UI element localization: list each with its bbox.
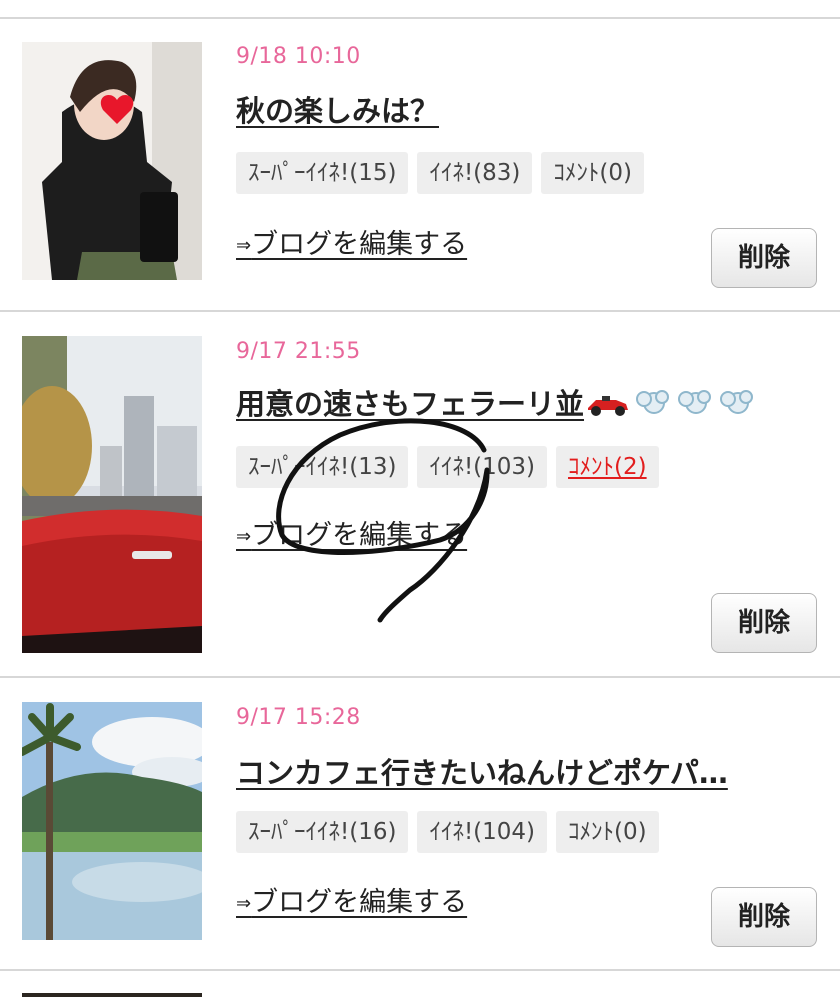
post-date: 9/17 21:55 <box>236 339 361 364</box>
divider <box>0 969 840 971</box>
dash-icon <box>674 387 714 426</box>
like-count-badge: ｲｲﾈ!(103) <box>417 446 548 488</box>
comment-count-badge: ｺﾒﾝﾄ(0) <box>541 152 644 194</box>
divider <box>0 676 840 678</box>
post-thumbnail[interactable] <box>22 993 202 997</box>
divider <box>0 310 840 312</box>
super-like-count-badge: ｽｰﾊﾟｰｲｲﾈ!(15) <box>236 152 409 194</box>
post-thumbnail[interactable] <box>22 702 202 940</box>
edit-blog-link[interactable]: ⇒ブログを編集する <box>236 880 467 919</box>
post-stats: ｽｰﾊﾟｰｲｲﾈ!(16) ｲｲﾈ!(104) ｺﾒﾝﾄ(0) <box>236 811 659 853</box>
post-thumbnail[interactable] <box>22 42 202 280</box>
post-title-text: 用意の速さもフェラーリ並 <box>236 387 585 421</box>
like-count-badge: ｲｲﾈ!(83) <box>417 152 533 194</box>
edit-blog-label: ブログを編集する <box>251 887 468 918</box>
dash-icon <box>716 387 756 426</box>
edit-blog-link[interactable]: ⇒ブログを編集する <box>236 222 467 261</box>
delete-button[interactable]: 削除 <box>711 887 817 947</box>
comment-count-link[interactable]: ｺﾒﾝﾄ(2) <box>556 446 659 488</box>
post-stats: ｽｰﾊﾟｰｲｲﾈ!(15) ｲｲﾈ!(83) ｺﾒﾝﾄ(0) <box>236 152 644 194</box>
post-title-link[interactable]: コンカフェ行きたいねんけどポケパ… <box>236 750 728 792</box>
super-like-count-badge: ｽｰﾊﾟｰｲｲﾈ!(16) <box>236 811 409 853</box>
arrow-icon: ⇒ <box>236 526 252 547</box>
edit-blog-label: ブログを編集する <box>251 229 468 260</box>
like-count-badge: ｲｲﾈ!(104) <box>417 811 548 853</box>
delete-button[interactable]: 削除 <box>711 228 817 288</box>
post-thumbnail[interactable] <box>22 336 202 653</box>
edit-blog-link[interactable]: ⇒ブログを編集する <box>236 513 467 552</box>
arrow-icon: ⇒ <box>236 235 252 256</box>
post-stats: ｽｰﾊﾟｰｲｲﾈ!(13) ｲｲﾈ!(103) ｺﾒﾝﾄ(2) <box>236 446 659 488</box>
edit-blog-label: ブログを編集する <box>251 520 468 551</box>
post-date: 9/17 15:28 <box>236 705 361 730</box>
post-date: 9/18 10:10 <box>236 44 361 69</box>
divider <box>0 17 840 19</box>
dash-icon <box>632 387 672 426</box>
post-title-link[interactable]: 用意の速さもフェラーリ並 <box>236 381 756 426</box>
arrow-icon: ⇒ <box>236 893 252 914</box>
delete-button[interactable]: 削除 <box>711 593 817 653</box>
super-like-count-badge: ｽｰﾊﾟｰｲｲﾈ!(13) <box>236 446 409 488</box>
post-title-link[interactable]: 秋の楽しみは？ <box>236 88 439 130</box>
racing-car-icon <box>586 389 630 423</box>
comment-count-badge: ｺﾒﾝﾄ(0) <box>556 811 659 853</box>
